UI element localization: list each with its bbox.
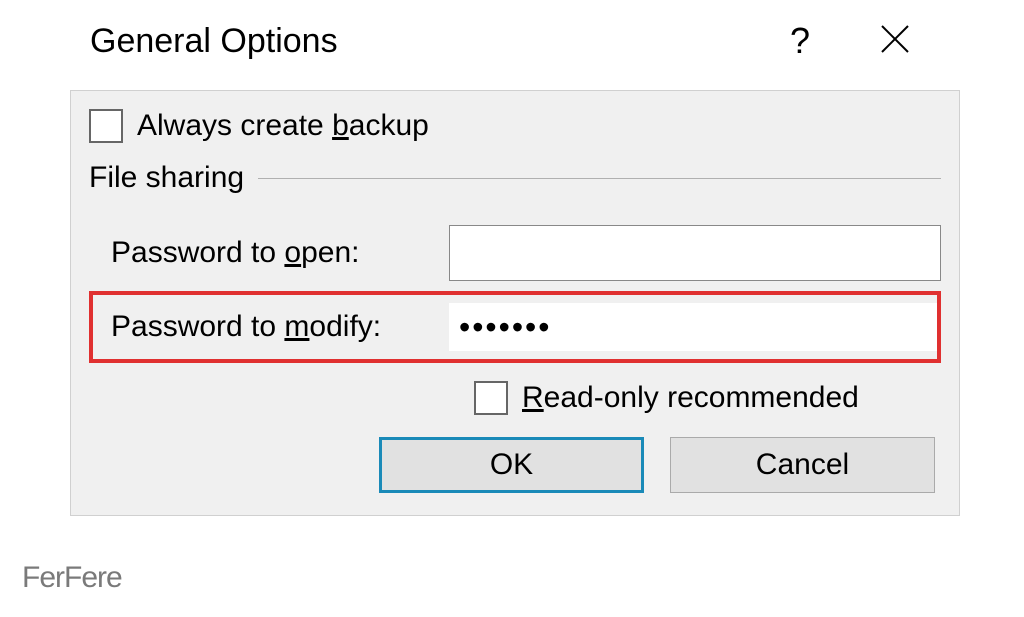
readonly-checkbox-label: Read-only recommended: [522, 381, 859, 415]
password-modify-label: Password to modify:: [111, 310, 441, 344]
file-sharing-section: File sharing: [89, 161, 941, 195]
password-modify-input[interactable]: [449, 303, 937, 351]
password-open-input[interactable]: [449, 225, 941, 281]
dialog-title: General Options: [90, 22, 790, 61]
titlebar-buttons: ?: [790, 20, 940, 62]
password-open-label: Password to open:: [111, 236, 441, 270]
button-row: OK Cancel: [89, 437, 941, 493]
cancel-button[interactable]: Cancel: [670, 437, 935, 493]
general-options-dialog: General Options ? Always create backup F…: [70, 10, 960, 516]
backup-checkbox-label: Always create backup: [137, 109, 429, 143]
help-icon[interactable]: ?: [790, 20, 810, 62]
readonly-checkbox[interactable]: [474, 381, 508, 415]
ok-button[interactable]: OK: [379, 437, 644, 493]
password-open-row: Password to open:: [89, 215, 941, 291]
backup-checkbox[interactable]: [89, 109, 123, 143]
titlebar: General Options ?: [70, 10, 960, 80]
password-modify-row: Password to modify:: [89, 291, 941, 363]
dialog-content: Always create backup File sharing Passwo…: [70, 90, 960, 516]
close-icon[interactable]: [880, 24, 910, 59]
section-divider: [258, 178, 941, 179]
watermark: FerFere: [22, 561, 122, 595]
section-label: File sharing: [89, 161, 244, 195]
backup-checkbox-row: Always create backup: [89, 109, 941, 143]
readonly-checkbox-row: Read-only recommended: [89, 381, 941, 415]
